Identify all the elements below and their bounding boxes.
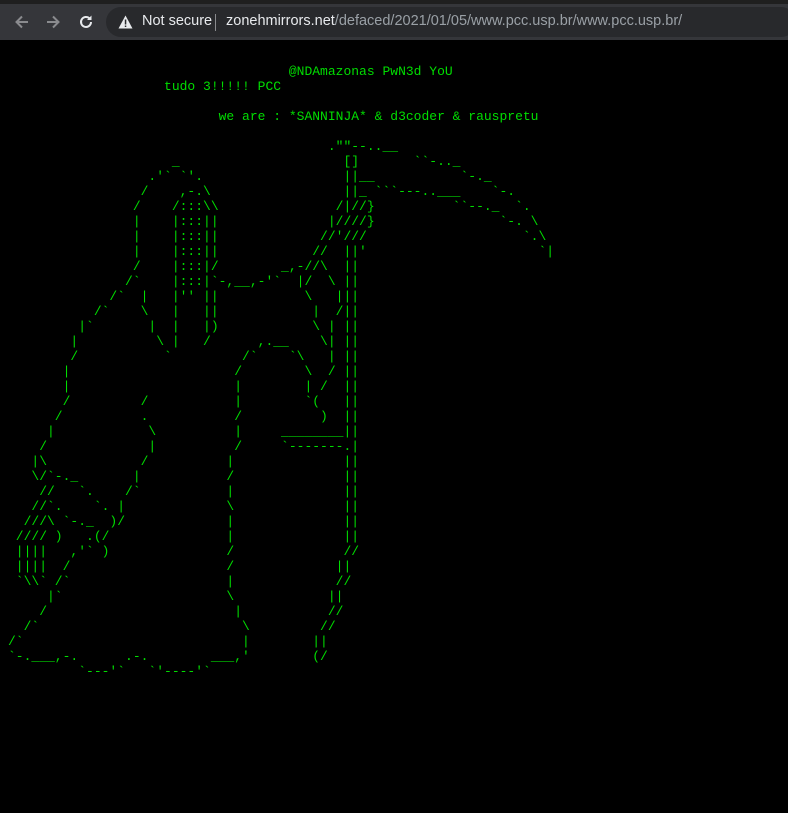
divider [215, 14, 216, 31]
ascii-art-line: /` | || [8, 634, 328, 649]
subline: tudo 3!!!!! PCC [8, 79, 282, 94]
ascii-art-line: / ` /` `\ | || [8, 349, 360, 364]
ascii-art-line: `---'` `'----'` [8, 664, 211, 679]
warning-icon[interactable] [118, 15, 133, 29]
headline: @NDAmazonas PwN3d YoU [8, 64, 453, 79]
url-path: /defaced/2021/01/05/www.pcc.usp.br/www.p… [334, 13, 683, 29]
reload-icon [80, 15, 92, 28]
ascii-art-line: //`. `. | \ || [8, 499, 360, 514]
ascii-art-line: / |:::|/ _,-//\ || [8, 259, 360, 274]
ascii-art-line: / | / `-------.| [8, 439, 360, 454]
ascii-art-line: .'` `'. ||__ `-._ [8, 169, 492, 184]
address-bar[interactable]: Not secure zonehmirrors.net/defaced/2021… [106, 7, 788, 37]
ascii-art-line: |||| ,'` ) / // [8, 544, 360, 559]
ascii-art-line: //// ) .(/ | || [8, 529, 360, 544]
url-text[interactable]: zonehmirrors.net/defaced/2021/01/05/www.… [226, 13, 682, 29]
ascii-art-line: /` \ // [8, 619, 336, 634]
ascii-art-line: // `. /` | || [8, 484, 360, 499]
forward-arrow-icon [47, 15, 60, 29]
url-host: zonehmirrors.net [226, 13, 335, 29]
back-button[interactable] [8, 8, 36, 36]
ascii-art-line: |` \ || [8, 589, 344, 604]
ascii-art-line: | \ | ________|| [8, 424, 360, 439]
ascii-art-line: | |:::|| // ||' `| [8, 244, 555, 259]
ascii-art-line: / | // [8, 604, 344, 619]
ascii-art-line: `\\` /` | // [8, 574, 352, 589]
ascii-art-line: | |:::|| //'/// `.\ [8, 229, 547, 244]
reload-button[interactable] [72, 8, 100, 36]
ascii-art-line: _ [] ``-.._ [8, 154, 461, 169]
defacement-content: @NDAmazonas PwN3d YoU tudo 3!!!!! PCC we… [8, 64, 554, 679]
ascii-art-line: | | | / || [8, 379, 360, 394]
ascii-art-line: .""--..__ [8, 139, 399, 154]
ascii-art-line: |||| / / || [8, 559, 352, 574]
forward-button[interactable] [39, 8, 67, 36]
grim-reaper-ascii-art: .""--..__ _ [] ``-.._ .'` `'. ||__ `-._ … [8, 139, 554, 679]
security-status[interactable]: Not secure [142, 13, 212, 29]
ascii-art-line: | |:::|| |////} `-. \ [8, 214, 539, 229]
ascii-art-line: ///\ `-._ )/ | || [8, 514, 360, 529]
ascii-art-line: / / | `( || [8, 394, 360, 409]
ascii-art-line: \/`-._ | / || [8, 469, 360, 484]
ascii-art-line: | \ | / ,.__ \| || [8, 334, 360, 349]
credits: we are : *SANNINJA* & d3coder & rauspret… [8, 109, 539, 124]
ascii-art-line: |\ / | || [8, 454, 360, 469]
back-arrow-icon [15, 15, 28, 29]
ascii-art-line: /` |:::|`-,__,-'` |/ \ || [8, 274, 360, 289]
ascii-art-line: /` \ | || | /|| [8, 304, 360, 319]
ascii-art-line: / ,-.\ ||_ ```---..___ `-. [8, 184, 516, 199]
ascii-art-line: / . / ) || [8, 409, 360, 424]
ascii-art-line: |` | | |) \ | || [8, 319, 360, 334]
ascii-art-line: /` | |'' || \ ||| [8, 289, 360, 304]
browser-toolbar: Not secure zonehmirrors.net/defaced/2021… [0, 4, 788, 40]
ascii-art-line: | / \ / || [8, 364, 360, 379]
ascii-art-line: / /:::\\ /|//} ``--._ `. [8, 199, 531, 214]
ascii-art-line: `-.___,-. .-. ___,' (/ [8, 649, 328, 664]
